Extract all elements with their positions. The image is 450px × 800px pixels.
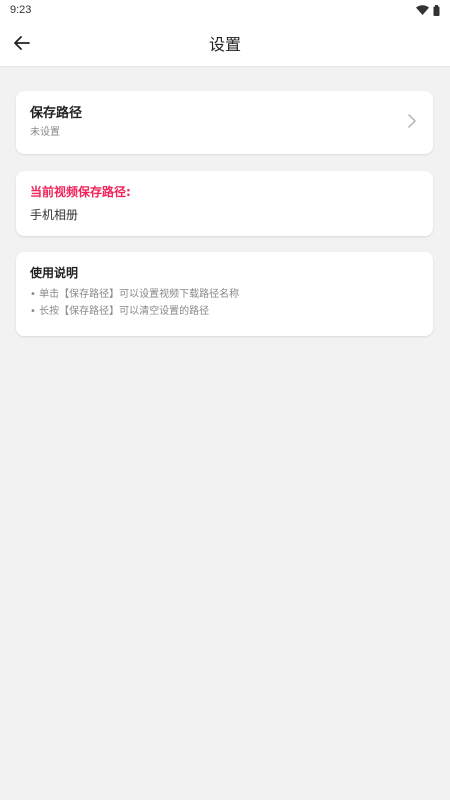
current-path-label: 当前视频保存路径: [30,185,131,199]
instructions-list: • 单击【保存路径】可以设置视频下载路径名称 • 长按【保存路径】可以清空设置的… [30,287,419,320]
chevron-right-icon [408,114,416,128]
save-path-value: 未设置 [30,127,60,138]
battery-icon [433,4,440,16]
instructions-card: 使用说明 • 单击【保存路径】可以设置视频下载路径名称 • 长按【保存路径】可以… [16,252,433,336]
current-path-value: 手机相册 [30,208,79,222]
wifi-icon [416,5,429,15]
save-path-row[interactable]: 保存路径 未设置 [16,91,433,154]
status-time: 9:23 [10,4,32,16]
status-bar: 9:23 [0,0,450,20]
app-header: 设置 [0,20,450,67]
back-button[interactable] [10,31,34,55]
instructions-title: 使用说明 [30,266,79,280]
page-title: 设置 [208,35,241,54]
instruction-item: • 单击【保存路径】可以设置视频下载路径名称 [30,289,240,300]
current-path-card: 当前视频保存路径: 手机相册 [16,171,433,236]
save-path-title: 保存路径 [30,106,83,121]
instruction-item: • 长按【保存路径】可以清空设置的路径 [30,306,210,317]
status-icons [416,4,440,16]
arrow-left-icon [14,36,30,50]
